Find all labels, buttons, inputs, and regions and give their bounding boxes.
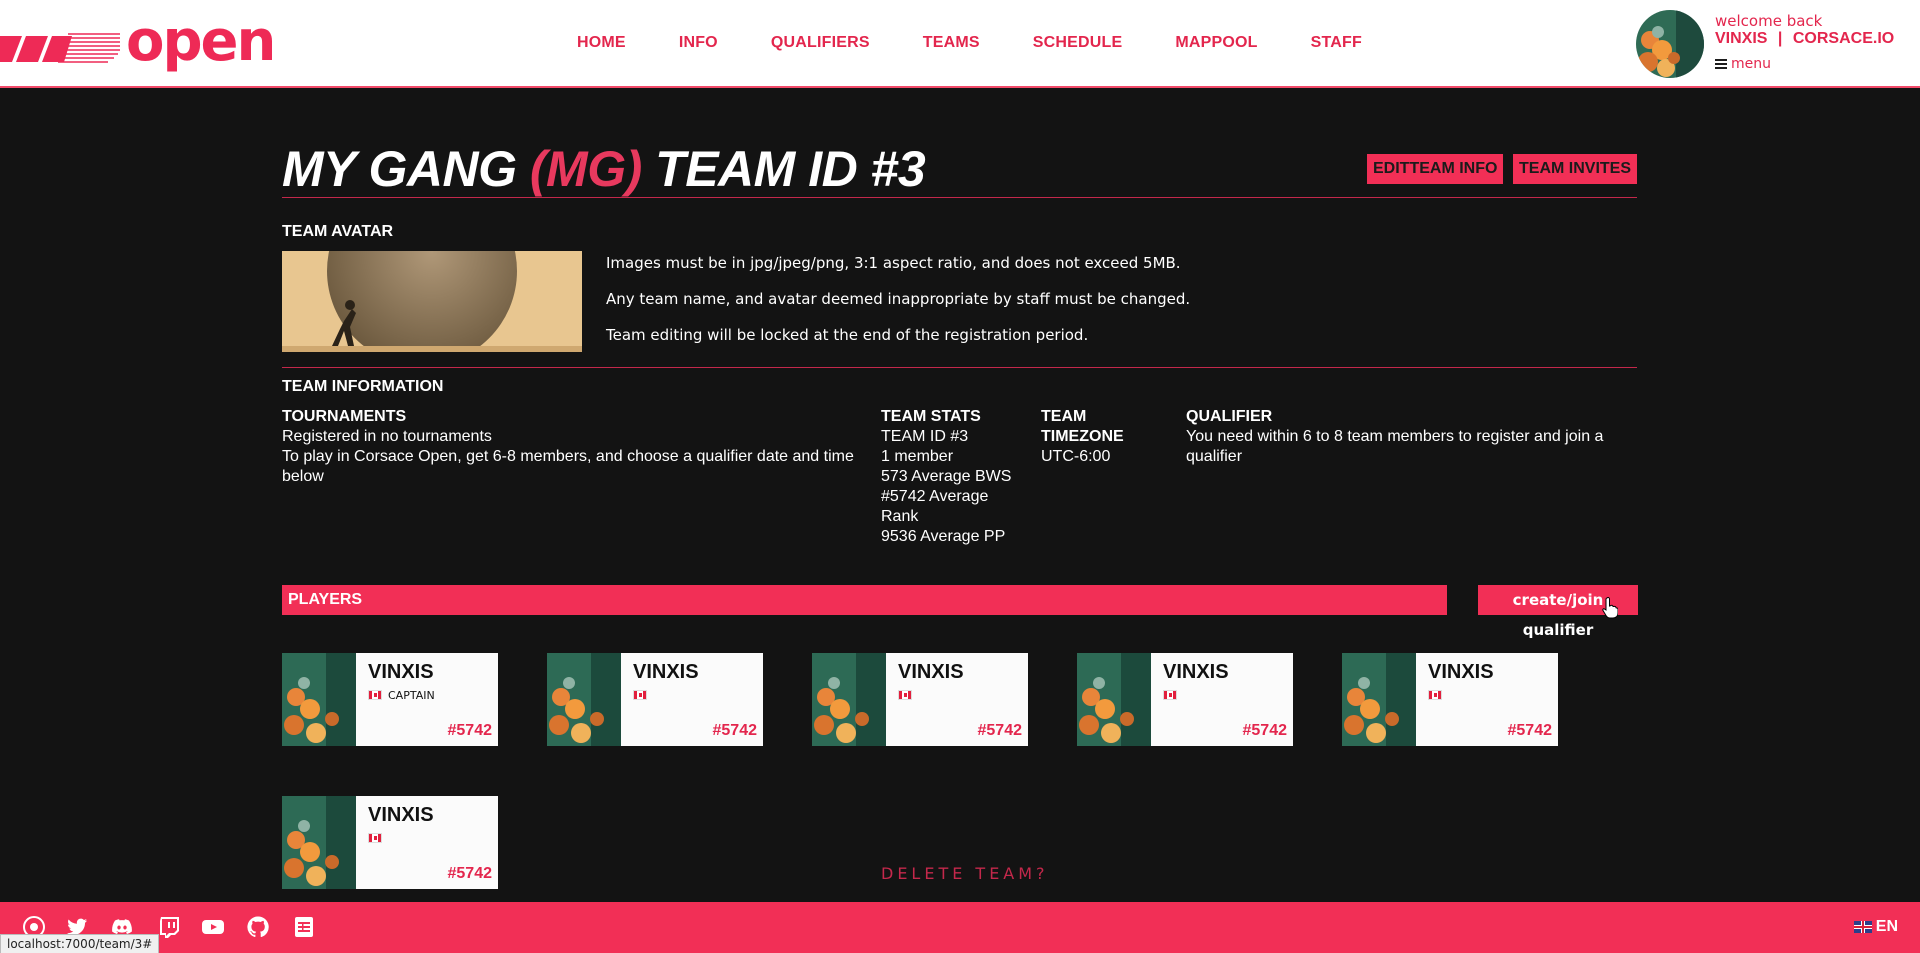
stat-team-id: TEAM ID #3 (881, 428, 969, 445)
menu-label: menu (1731, 56, 1771, 72)
player-card[interactable]: VINXIS CAPTAIN #5742 (282, 653, 498, 746)
nav-staff[interactable]: STAFF (1311, 34, 1362, 52)
team-abbreviation: (MG) (529, 141, 642, 197)
player-avatar (282, 796, 356, 889)
avatar-rule: Any team name, and avatar deemed inappro… (606, 290, 1191, 308)
nav-home[interactable]: HOME (577, 34, 626, 52)
player-rank: #5742 (977, 722, 1023, 739)
user-avatar[interactable] (1636, 10, 1704, 78)
player-name: VINXIS (633, 661, 699, 683)
divider (282, 367, 1637, 368)
site-footer: EN (0, 902, 1920, 953)
team-timezone-column: TEAM TIMEZONE UTC-6:00 (1041, 407, 1141, 467)
menu-toggle[interactable]: menu (1715, 56, 1771, 72)
tournaments-status: Registered in no tournaments (282, 428, 492, 445)
nav-qualifiers[interactable]: QUALIFIERS (771, 34, 870, 52)
stat-pp: 9536 Average PP (881, 528, 1006, 545)
team-invites-button[interactable]: TEAM INVITES (1513, 154, 1638, 184)
player-name: VINXIS (368, 661, 434, 683)
page-title: MY GANG (MG) TEAM ID #3 (282, 140, 926, 198)
player-name: VINXIS (1428, 661, 1494, 683)
player-card[interactable]: VINXIS #5742 (282, 796, 498, 889)
welcome-text: welcome back (1715, 12, 1823, 30)
site-link[interactable]: CORSACE.IO (1793, 30, 1894, 47)
player-rank: #5742 (712, 722, 758, 739)
stat-bws: 573 Average BWS (881, 468, 1012, 485)
username-link[interactable]: VINXIS (1715, 30, 1767, 47)
player-name: VINXIS (368, 804, 434, 826)
nav-schedule[interactable]: SCHEDULE (1033, 34, 1123, 52)
nav-mappool[interactable]: MAPPOOL (1175, 34, 1257, 52)
youtube-icon[interactable] (201, 915, 225, 939)
canada-flag-icon (1163, 690, 1177, 700)
player-role: CAPTAIN (388, 689, 435, 702)
player-rank: #5742 (447, 865, 493, 882)
language-selector[interactable]: EN (1853, 918, 1898, 936)
team-name: MY GANG (282, 141, 517, 197)
site-header: open HOME INFO QUALIFIERS TEAMS SCHEDULE… (0, 0, 1920, 88)
delete-team-button[interactable]: DELETE TEAM? (881, 864, 1049, 883)
wings-logo-icon (0, 33, 120, 63)
player-name: VINXIS (898, 661, 964, 683)
corsace-open-logo[interactable]: open (0, 14, 276, 74)
qualifier-column: QUALIFIER You need within 6 to 8 team me… (1186, 407, 1626, 467)
player-avatar (1077, 653, 1151, 746)
divider (282, 197, 1637, 198)
user-line: VINXIS | CORSACE.IO (1715, 30, 1894, 48)
sheets-icon[interactable] (292, 915, 316, 939)
timezone-heading: TEAM TIMEZONE (1041, 408, 1124, 445)
player-rank: #5742 (1242, 722, 1288, 739)
browser-status-url: localhost:7000/team/3# (0, 934, 160, 953)
qualifier-text: You need within 6 to 8 team members to r… (1186, 428, 1604, 465)
players-heading: PLAYERS (282, 585, 1447, 615)
player-card[interactable]: VINXIS #5742 (547, 653, 763, 746)
player-avatar (1342, 653, 1416, 746)
nav-teams[interactable]: TEAMS (923, 34, 980, 52)
player-rank: #5742 (447, 722, 493, 739)
hand-cursor-icon (1602, 597, 1618, 619)
main-nav: HOME INFO QUALIFIERS TEAMS SCHEDULE MAPP… (577, 34, 1415, 52)
nav-info[interactable]: INFO (679, 34, 718, 52)
avatar-rule: Images must be in jpg/jpeg/png, 3:1 aspe… (606, 254, 1181, 272)
team-avatar-heading: TEAM AVATAR (282, 223, 394, 240)
stat-rank: #5742 Average Rank (881, 488, 989, 525)
logo-text: open (126, 9, 276, 74)
player-card[interactable]: VINXIS #5742 (1077, 653, 1293, 746)
team-information-heading: TEAM INFORMATION (282, 378, 444, 395)
tournaments-heading: TOURNAMENTS (282, 408, 407, 425)
canada-flag-icon (633, 690, 647, 700)
edit-team-info-button[interactable]: EDITTEAM INFO (1367, 154, 1504, 184)
canada-flag-icon (368, 833, 382, 843)
team-stats-column: TEAM STATS TEAM ID #3 1 member 573 Avera… (881, 407, 1021, 547)
stat-members: 1 member (881, 448, 954, 465)
user-separator: | (1777, 30, 1783, 47)
canada-flag-icon (1428, 690, 1442, 700)
canada-flag-icon (898, 690, 912, 700)
player-card[interactable]: VINXIS #5742 (1342, 653, 1558, 746)
player-avatar (282, 653, 356, 746)
twitch-icon[interactable] (157, 915, 181, 939)
github-icon[interactable] (246, 915, 270, 939)
canada-flag-icon (368, 690, 382, 700)
qualifier-heading: QUALIFIER (1186, 408, 1273, 425)
language-label: EN (1875, 918, 1898, 935)
player-rank: #5742 (1507, 722, 1553, 739)
team-id-title: TEAM ID #3 (655, 141, 926, 197)
player-avatar (812, 653, 886, 746)
avatar-rule: Team editing will be locked at the end o… (606, 326, 1089, 344)
player-card[interactable]: VINXIS #5742 (812, 653, 1028, 746)
team-avatar-image[interactable] (282, 251, 582, 352)
tournaments-column: TOURNAMENTS Registered in no tournaments… (282, 407, 862, 487)
timezone-value: UTC-6:00 (1041, 448, 1111, 465)
tournaments-hint: To play in Corsace Open, get 6-8 members… (282, 448, 854, 485)
player-name: VINXIS (1163, 661, 1229, 683)
team-stats-heading: TEAM STATS (881, 408, 981, 425)
player-avatar (547, 653, 621, 746)
hamburger-icon (1715, 59, 1727, 69)
uk-flag-icon (1853, 921, 1872, 933)
